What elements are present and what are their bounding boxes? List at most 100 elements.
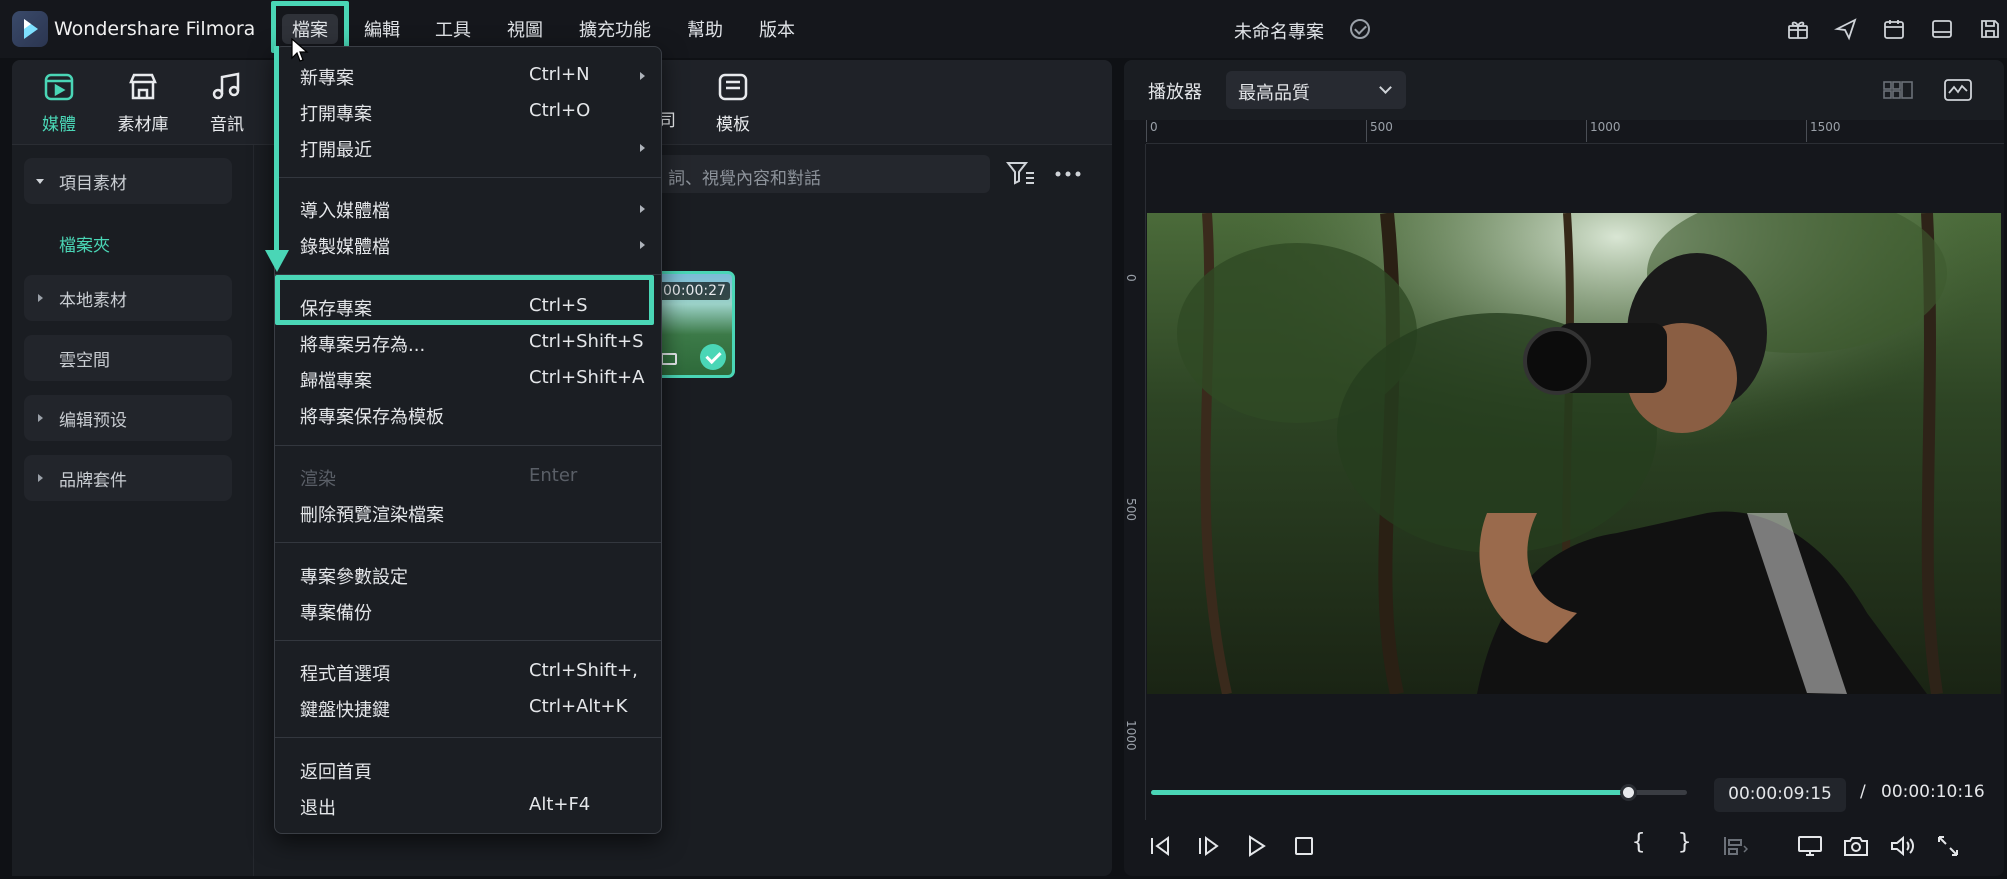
menu-item-project-settings[interactable]: 專案參數設定 — [275, 558, 661, 592]
menu-item-label: 錄製媒體檔 — [300, 237, 390, 258]
sidebar-item-label: 項目素材 — [59, 174, 127, 194]
submenu-arrow-icon — [640, 72, 645, 80]
annotation-arrow-line — [274, 46, 279, 258]
mark-in-icon[interactable]: { — [1632, 830, 1645, 855]
play-icon[interactable] — [1242, 832, 1270, 860]
menu-view[interactable]: 視圖 — [507, 16, 543, 42]
tab-audio[interactable]: 音訊 — [192, 70, 262, 142]
menu-item-project-backup[interactable]: 專案備份 — [275, 594, 661, 628]
menu-item-archive-project[interactable]: 歸檔專案 Ctrl+Shift+A — [275, 362, 661, 396]
menu-version[interactable]: 版本 — [759, 16, 795, 42]
menu-divider — [275, 177, 661, 178]
file-menu-dropdown: 新專案 Ctrl+N 打開專案 Ctrl+O 打開最近 導入媒體檔 錄製媒體檔 … — [274, 46, 662, 834]
annotation-arrow-head — [265, 250, 289, 272]
layout-icon[interactable] — [1930, 17, 1954, 41]
media-thumbnail[interactable]: 00:00:27 — [650, 271, 735, 378]
sidebar-sub-folder[interactable]: 檔案夾 — [59, 231, 110, 256]
tab-template[interactable]: 模板 — [698, 70, 768, 142]
menu-tools[interactable]: 工具 — [435, 16, 471, 42]
previous-frame-icon[interactable] — [1146, 832, 1174, 860]
menu-item-save-as-template[interactable]: 將專案保存為模板 — [275, 398, 661, 432]
ruler-tick — [1366, 120, 1367, 142]
current-time[interactable]: 00:00:09:15 — [1714, 778, 1846, 812]
progress-fill — [1151, 790, 1629, 795]
menu-item-open-recent[interactable]: 打開最近 — [275, 131, 661, 165]
progress-handle[interactable] — [1620, 784, 1638, 801]
menu-item-back-to-home[interactable]: 返回首頁 — [275, 753, 661, 787]
project-name[interactable]: 未命名專案 — [1234, 18, 1324, 44]
template-icon — [716, 70, 750, 104]
menu-item-record-media[interactable]: 錄製媒體檔 — [275, 228, 661, 262]
menu-edit[interactable]: 編輯 — [364, 16, 400, 42]
sidebar-item-brand-kit[interactable]: 品牌套件 — [24, 455, 232, 501]
next-frame-icon[interactable] — [1194, 832, 1222, 860]
total-time: 00:00:10:16 — [1881, 782, 1985, 802]
menu-item-exit[interactable]: 退出 Alt+F4 — [275, 789, 661, 823]
tab-stock-label: 素材庫 — [117, 115, 169, 135]
player-label: 播放器 — [1148, 82, 1202, 103]
filter-icon[interactable] — [1005, 160, 1036, 188]
menu-item-shortcut: Ctrl+Shift+A — [529, 367, 645, 388]
save-project-highlight — [275, 275, 654, 325]
sidebar-item-local[interactable]: 本地素材 — [24, 275, 232, 321]
menu-item-keyboard-shortcuts[interactable]: 鍵盤快捷鍵 Ctrl+Alt+K — [275, 691, 661, 725]
mouse-cursor-icon — [291, 37, 309, 64]
menu-item-shortcut: Ctrl+Alt+K — [529, 696, 628, 717]
waveform-monitor-icon[interactable] — [1942, 78, 1974, 102]
mark-out-icon[interactable]: } — [1678, 830, 1691, 855]
more-options-icon[interactable] — [1054, 164, 1082, 184]
menu-help[interactable]: 幫助 — [687, 16, 723, 42]
fullscreen-icon[interactable] — [1934, 832, 1962, 860]
ruler-tick — [1586, 120, 1587, 142]
submenu-arrow-icon — [640, 144, 645, 152]
music-icon — [210, 70, 244, 104]
menu-item-label: 歸檔專案 — [300, 371, 372, 392]
menu-item-new-project[interactable]: 新專案 Ctrl+N — [275, 59, 661, 93]
menu-item-shortcut: Enter — [529, 465, 578, 486]
collapse-caret-icon — [38, 294, 43, 302]
sidebar-item-cloud[interactable]: 雲空間 — [24, 335, 232, 381]
display-settings-icon[interactable] — [1796, 832, 1824, 860]
menu-item-shortcut: Ctrl+Shift+, — [529, 660, 638, 681]
snapshot-camera-icon[interactable] — [1842, 832, 1870, 860]
volume-icon[interactable] — [1888, 832, 1916, 860]
menu-extensions[interactable]: 擴充功能 — [579, 16, 651, 42]
menu-item-import-media[interactable]: 導入媒體檔 — [275, 192, 661, 226]
menu-item-shortcut: Ctrl+O — [529, 100, 591, 121]
grid-view-icon[interactable] — [1882, 78, 1914, 102]
menu-item-save-as[interactable]: 將專案另存為... Ctrl+Shift+S — [275, 326, 661, 360]
save-icon[interactable] — [1978, 17, 2002, 41]
send-icon[interactable] — [1833, 17, 1858, 41]
menu-item-delete-preview-render[interactable]: 刪除預覽渲染檔案 — [275, 496, 661, 530]
sidebar-item-label: 品牌套件 — [59, 471, 127, 491]
media-sidebar: 項目素材 本地素材 雲空間 编辑预设 品牌套件 — [12, 145, 254, 876]
ruler-label: 500 — [1370, 120, 1393, 134]
tab-media[interactable]: 媒體 — [24, 70, 94, 142]
menu-item-label: 將專案保存為模板 — [300, 407, 444, 428]
menu-item-label: 返回首頁 — [300, 762, 372, 783]
quality-select[interactable]: 最高品質 — [1226, 71, 1406, 109]
sidebar-item-presets[interactable]: 编辑预设 — [24, 395, 232, 441]
sidebar-item-project-media[interactable]: 項目素材 — [24, 158, 232, 204]
menu-item-label: 刪除預覽渲染檔案 — [300, 505, 444, 526]
time-separator: / — [1860, 782, 1866, 802]
ruler-label: 1000 — [1590, 120, 1621, 134]
video-preview[interactable] — [1147, 213, 2001, 694]
gift-icon[interactable] — [1786, 17, 1810, 41]
submenu-arrow-icon — [640, 241, 645, 249]
ruler-label: 1000 — [1124, 720, 1138, 751]
ruler-vertical: 0 500 1000 — [1124, 144, 1146, 820]
menu-divider — [275, 737, 661, 738]
menu-item-preferences[interactable]: 程式首選項 Ctrl+Shift+, — [275, 655, 661, 689]
tab-stock[interactable]: 素材庫 — [108, 70, 178, 142]
calendar-icon[interactable] — [1882, 17, 1906, 41]
stop-icon[interactable] — [1290, 832, 1318, 860]
menu-item-open-project[interactable]: 打開專案 Ctrl+O — [275, 95, 661, 129]
expand-caret-icon — [36, 179, 44, 184]
menu-item-label: 鍵盤快捷鍵 — [300, 700, 390, 721]
quality-value: 最高品質 — [1238, 83, 1310, 104]
menu-item-label: 新專案 — [300, 68, 354, 89]
playback-progress-bar[interactable] — [1151, 784, 1687, 801]
filmora-logo-icon — [12, 11, 48, 47]
insert-clip-icon[interactable] — [1720, 832, 1749, 860]
